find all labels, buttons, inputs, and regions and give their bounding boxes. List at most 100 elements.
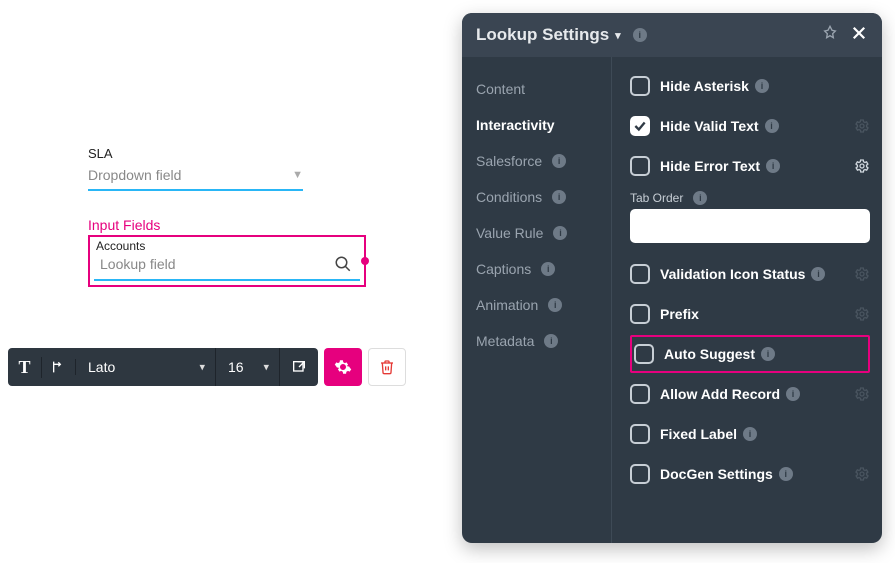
sla-label: SLA [88,146,368,161]
pin-button[interactable] [822,25,838,46]
settings-button[interactable] [324,348,362,386]
prop-hide-error-text: Hide Error Text i [630,147,870,185]
checkbox-validation-icon-status[interactable] [630,264,650,284]
dropdown-field[interactable]: Dropdown field ▼ [88,163,303,191]
chevron-down-icon: ▾ [615,29,621,42]
info-icon[interactable]: i [766,159,780,173]
panel-props: Hide Asterisk i Hide Valid Text i Hide E… [612,57,882,543]
nav-label: Interactivity [476,117,555,133]
nav-label: Salesforce [476,153,542,169]
gear-icon[interactable] [854,306,870,322]
nav-label: Value Rule [476,225,543,241]
prop-label: DocGen Settings [660,466,773,482]
nav-animation[interactable]: Animation i [476,287,611,323]
prop-validation-icon-status: Validation Icon Status i [630,255,870,293]
info-icon: i [548,298,562,312]
prop-hide-asterisk: Hide Asterisk i [630,67,870,105]
check-icon [633,119,647,133]
font-size-select[interactable]: 16 ▾ [216,348,280,386]
gear-icon[interactable] [854,386,870,402]
tab-order-label-text: Tab Order [630,191,683,205]
tab-order-block: Tab Order i [630,191,870,243]
panel-body: Content Interactivity Salesforce i Condi… [462,57,882,543]
info-icon: i [552,154,566,168]
gear-icon[interactable] [854,266,870,282]
nav-label: Captions [476,261,531,277]
info-icon[interactable]: i [761,347,775,361]
prop-hide-valid-text: Hide Valid Text i [630,107,870,145]
nav-interactivity[interactable]: Interactivity [476,107,611,143]
open-external-button[interactable] [280,359,318,375]
prop-label: Hide Asterisk [660,78,749,94]
panel-title[interactable]: Lookup Settings ▾ i [476,25,647,45]
lookup-field-row: Lookup field [94,253,360,281]
info-icon[interactable]: i [779,467,793,481]
tab-order-input[interactable] [630,209,870,243]
gear-icon[interactable] [854,158,870,174]
prop-label: Auto Suggest [664,346,755,362]
info-icon: i [553,226,567,240]
open-external-icon [291,359,307,375]
delete-button[interactable] [368,348,406,386]
prop-docgen-settings: DocGen Settings i [630,455,870,493]
checkbox-auto-suggest[interactable] [634,344,654,364]
caret-down-icon: ▼ [292,169,303,181]
nav-content[interactable]: Content [476,71,611,107]
info-icon[interactable]: i [633,28,647,42]
prop-label: Allow Add Record [660,386,780,402]
align-left-icon [51,359,67,375]
prop-label: Fixed Label [660,426,737,442]
gear-icon[interactable] [854,118,870,134]
chevron-down-icon: ▾ [263,361,269,374]
prop-prefix: Prefix [630,295,870,333]
close-button[interactable] [850,24,868,47]
info-icon[interactable]: i [693,191,707,205]
info-icon: i [552,190,566,204]
checkbox-hide-error-text[interactable] [630,156,650,176]
nav-conditions[interactable]: Conditions i [476,179,611,215]
nav-metadata[interactable]: Metadata i [476,323,611,359]
checkbox-allow-add-record[interactable] [630,384,650,404]
lookup-settings-panel: Lookup Settings ▾ i Content Interactivit… [462,13,882,543]
checkbox-hide-asterisk[interactable] [630,76,650,96]
font-size-value: 16 [228,359,244,375]
pin-icon [822,25,838,41]
checkbox-fixed-label[interactable] [630,424,650,444]
prop-label: Hide Valid Text [660,118,759,134]
prop-fixed-label: Fixed Label i [630,415,870,453]
checkbox-hide-valid-text[interactable] [630,116,650,136]
info-icon[interactable]: i [755,79,769,93]
input-fields-header: Input Fields [88,217,368,233]
nav-label: Conditions [476,189,542,205]
text-style-button[interactable]: T [8,357,42,378]
checkbox-prefix[interactable] [630,304,650,324]
panel-nav: Content Interactivity Salesforce i Condi… [462,57,612,543]
info-icon[interactable]: i [743,427,757,441]
info-icon[interactable]: i [811,267,825,281]
nav-captions[interactable]: Captions i [476,251,611,287]
checkbox-docgen-settings[interactable] [630,464,650,484]
lookup-field-block[interactable]: Accounts Lookup field [88,235,366,287]
form-canvas: SLA Dropdown field ▼ Input Fields Accoun… [88,146,368,287]
panel-header: Lookup Settings ▾ i [462,13,882,57]
prop-allow-add-record: Allow Add Record i [630,375,870,413]
align-left-button[interactable] [42,359,76,375]
gear-icon[interactable] [854,466,870,482]
tab-order-label: Tab Order i [630,191,870,205]
lookup-placeholder: Lookup field [100,256,176,272]
gear-icon [334,358,352,376]
dropdown-placeholder: Dropdown field [88,167,181,183]
nav-value-rule[interactable]: Value Rule i [476,215,611,251]
prop-auto-suggest: Auto Suggest i [630,335,870,373]
toolbar-dark-group: T Lato ▾ 16 ▾ [8,348,318,386]
element-toolbar: T Lato ▾ 16 ▾ [8,348,406,386]
info-icon: i [541,262,555,276]
font-family-value: Lato [88,359,115,375]
search-icon[interactable] [334,255,352,273]
nav-label: Content [476,81,525,97]
info-icon[interactable]: i [786,387,800,401]
nav-salesforce[interactable]: Salesforce i [476,143,611,179]
info-icon[interactable]: i [765,119,779,133]
prop-label: Prefix [660,306,699,322]
font-family-select[interactable]: Lato ▾ [76,348,216,386]
